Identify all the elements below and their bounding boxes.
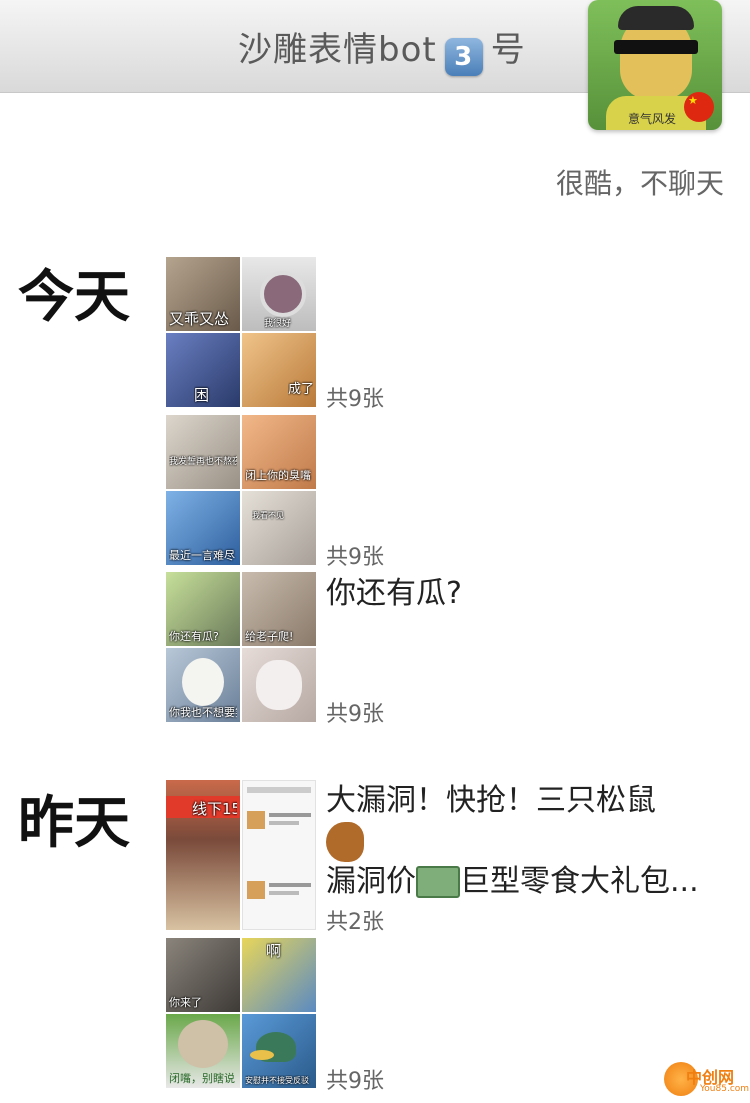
meme-thumbnail[interactable]: 闭嘴，别瞎说 xyxy=(166,1014,240,1088)
product-thumb xyxy=(247,811,265,829)
page-title: 沙雕表情bot 3 号 xyxy=(238,22,526,76)
meme-thumbnail[interactable]: 你还有瓜? xyxy=(166,572,240,646)
avatar-hair xyxy=(618,6,694,30)
message-line: 大漏洞！快抢！三只松鼠 xyxy=(326,783,656,818)
china-flag-icon: ★ xyxy=(684,92,714,122)
meme-caption: 我发誓再也不熬夜了 xyxy=(169,457,237,467)
face-icon xyxy=(178,1020,228,1068)
message-line: 漏洞价 巨型零食大礼包... xyxy=(326,862,699,902)
post-message: 你还有瓜? xyxy=(326,576,462,611)
profile-motto: 很酷，不聊天 xyxy=(555,167,724,200)
meme-caption: 我看不见 xyxy=(252,511,284,520)
store-photo[interactable]: 线下158 xyxy=(166,780,240,930)
image-grid[interactable]: 线下158 xyxy=(166,780,316,930)
washing-machine-door xyxy=(260,271,306,317)
meme-thumbnail[interactable]: 闭上你的臭嘴 xyxy=(242,415,316,489)
title-text: 沙雕表情bot xyxy=(238,30,437,70)
title-suffix: 号 xyxy=(490,30,526,70)
meme-caption: 闭上你的臭嘴 xyxy=(245,469,311,482)
meme-caption: 最近一言难尽 xyxy=(169,549,235,562)
meme-thumbnail[interactable]: 困 xyxy=(166,333,240,407)
meme-caption: 又乖又怂 xyxy=(169,310,230,328)
meme-caption: 困 xyxy=(194,386,210,404)
meme-thumbnail[interactable]: 安慰并不接受反驳 xyxy=(242,1014,316,1088)
meme-thumbnail[interactable]: 啊 xyxy=(242,938,316,1012)
screenshot-line xyxy=(269,821,299,825)
meme-caption: 你我也不想要笑 xyxy=(169,706,237,719)
duck-beak xyxy=(250,1050,274,1060)
screenshot-line xyxy=(269,883,311,887)
profile-avatar[interactable]: 意气风发 ★ xyxy=(588,0,722,130)
meme-thumbnail[interactable]: 我很好 xyxy=(242,257,316,331)
image-grid[interactable]: 又乖又怂 我很好 困 成了 xyxy=(166,257,316,407)
meme-caption: 安慰并不接受反驳 xyxy=(245,1076,309,1085)
meme-thumbnail[interactable]: 我发誓再也不熬夜了 xyxy=(166,415,240,489)
image-grid[interactable]: 我发誓再也不熬夜了 闭上你的臭嘴 最近一言难尽 我看不见 xyxy=(166,415,316,565)
site-watermark: 中创网 You85.com xyxy=(664,1058,750,1100)
image-count: 共9张 xyxy=(326,1069,384,1094)
day-label-yesterday: 昨天 xyxy=(18,791,130,856)
message-text: 巨型零食大礼包... xyxy=(460,863,699,899)
meme-thumbnail[interactable]: 又乖又怂 xyxy=(166,257,240,331)
meme-thumbnail[interactable]: 给老子爬! xyxy=(242,572,316,646)
meme-caption: 线下158 xyxy=(192,800,237,818)
dog-face xyxy=(182,658,224,706)
number-badge: 3 xyxy=(444,38,483,76)
post-message: 大漏洞！快抢！三只松鼠 漏洞价 巨型零食大礼包... xyxy=(326,781,699,902)
image-count: 共2张 xyxy=(326,910,384,935)
meme-caption: 你还有瓜? xyxy=(169,630,219,643)
message-line xyxy=(326,821,699,862)
day-label-today: 今天 xyxy=(18,265,130,330)
meme-thumbnail[interactable]: 最近一言难尽 xyxy=(166,491,240,565)
money-bag-icon xyxy=(416,866,460,898)
meme-caption: 啊 xyxy=(266,942,282,960)
screenshot-line xyxy=(269,813,311,817)
order-screenshot[interactable] xyxy=(242,780,316,930)
meme-thumbnail[interactable]: 你来了 xyxy=(166,938,240,1012)
meme-thumbnail[interactable]: 你我也不想要笑 xyxy=(166,648,240,722)
watermark-subtext: You85.com xyxy=(700,1084,750,1094)
meme-caption: 你来了 xyxy=(169,996,202,1009)
meme-caption: 闭嘴，别瞎说 xyxy=(169,1072,235,1085)
image-count: 共9张 xyxy=(326,702,384,727)
squirrel-icon xyxy=(326,821,364,862)
image-grid[interactable]: 你还有瓜? 给老子爬! 你我也不想要笑 xyxy=(166,572,316,722)
sunglasses-icon xyxy=(614,40,698,54)
cat-figure xyxy=(256,660,302,710)
message-text: 漏洞价 xyxy=(326,863,416,899)
image-count: 共9张 xyxy=(326,387,384,412)
meme-caption: 我很好 xyxy=(264,319,292,329)
screenshot-line xyxy=(247,787,311,793)
screenshot-line xyxy=(269,891,299,895)
meme-thumbnail[interactable] xyxy=(242,648,316,722)
avatar-caption: 意气风发 xyxy=(628,112,677,126)
meme-thumbnail[interactable]: 成了 xyxy=(242,333,316,407)
image-count: 共9张 xyxy=(326,545,384,570)
product-thumb xyxy=(247,881,265,899)
image-grid[interactable]: 你来了 啊 闭嘴，别瞎说 安慰并不接受反驳 xyxy=(166,938,316,1088)
meme-thumbnail[interactable]: 我看不见 xyxy=(242,491,316,565)
meme-caption: 成了 xyxy=(288,382,313,397)
meme-caption: 给老子爬! xyxy=(245,630,294,643)
